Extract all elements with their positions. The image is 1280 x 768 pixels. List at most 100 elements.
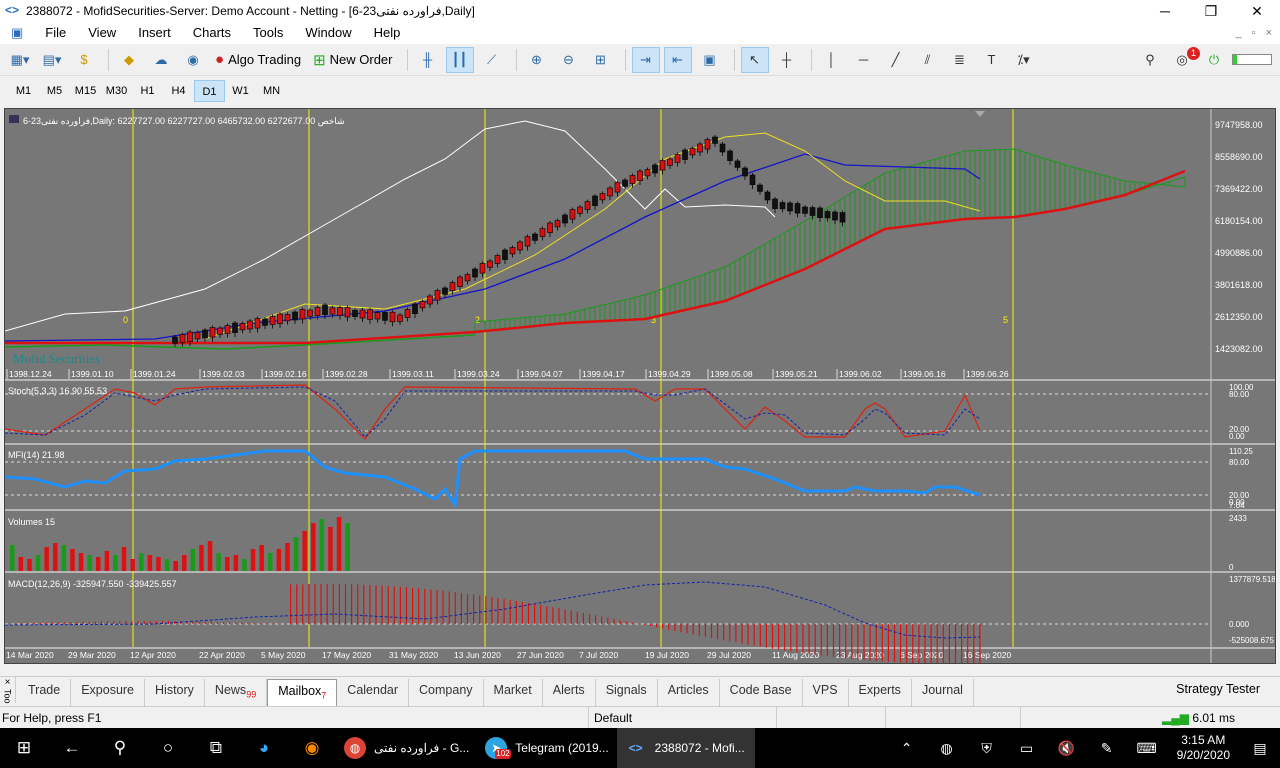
- algo-trading-button[interactable]: ● Algo Trading: [211, 47, 305, 73]
- zoom-in-icon[interactable]: ⊕: [523, 47, 551, 73]
- volume-muted-icon[interactable]: 🔇: [1047, 740, 1087, 757]
- tf-d1[interactable]: D1: [194, 79, 225, 102]
- text-icon[interactable]: T: [978, 47, 1006, 73]
- tab-mailbox[interactable]: Mailbox7: [267, 679, 338, 708]
- candle: [217, 327, 223, 335]
- metaeditor-icon[interactable]: ◆: [115, 47, 143, 73]
- tab-code-base[interactable]: Code Base: [720, 679, 803, 708]
- windows-start-icon[interactable]: ⊞: [0, 728, 48, 768]
- trendline-icon[interactable]: ╱: [882, 47, 910, 73]
- profiles-icon[interactable]: ▤▾: [38, 47, 66, 73]
- search-icon[interactable]: ⚲: [1136, 47, 1164, 73]
- date-tick: 13 Jun 2020: [454, 650, 501, 660]
- menu-insert[interactable]: Insert: [127, 22, 182, 44]
- candlestick-icon[interactable]: ┃┃: [445, 46, 474, 73]
- tab-exposure[interactable]: Exposure: [71, 679, 146, 708]
- globe-icon[interactable]: ◍: [927, 740, 967, 757]
- tab-news[interactable]: News99: [205, 679, 268, 708]
- toolbox-close[interactable]: × Too: [0, 677, 16, 704]
- cloud-icon[interactable]: ☁: [147, 47, 175, 73]
- tab-signals[interactable]: Signals: [596, 679, 658, 708]
- keyboard-icon[interactable]: ⌨: [1127, 740, 1167, 757]
- app-menu-icon[interactable]: ▣: [0, 22, 34, 44]
- vertical-line-icon[interactable]: │: [818, 47, 846, 73]
- chevron-up-icon[interactable]: ⌃: [887, 740, 927, 757]
- new-order-button[interactable]: ⊞ New Order: [309, 47, 396, 73]
- tf-m30[interactable]: M30: [101, 80, 132, 102]
- clock[interactable]: 3:15 AM 9/20/2020: [1167, 733, 1240, 763]
- new-chart-icon[interactable]: ▦▾: [6, 47, 34, 73]
- chart-shift-icon[interactable]: ⇤: [663, 46, 692, 73]
- taskbar-app-chrome[interactable]: ◍ فراورده نفتی - G...: [336, 728, 477, 768]
- notification-center-icon[interactable]: ▤: [1240, 740, 1280, 757]
- date-tick: 27 Jun 2020: [517, 650, 564, 660]
- firefox-icon[interactable]: ◉: [288, 728, 336, 768]
- line-chart-icon[interactable]: ⟋: [478, 47, 506, 73]
- crosshair-icon[interactable]: ┼: [773, 47, 801, 73]
- task-view-icon[interactable]: ⧉: [192, 728, 240, 768]
- fibonacci-icon[interactable]: ≣: [946, 47, 974, 73]
- price-chart[interactable]: 0 2 3 5فراورده نفتی23-6,Daily: 6227727.00 6…: [5, 109, 1275, 663]
- horizontal-line-icon[interactable]: ─: [850, 47, 878, 73]
- menu-file[interactable]: File: [34, 22, 77, 44]
- candle: [239, 323, 246, 331]
- tf-m5[interactable]: M5: [39, 80, 70, 102]
- tab-trade[interactable]: Trade: [18, 679, 72, 708]
- edge-icon[interactable]: ◕: [240, 728, 288, 768]
- tab-articles[interactable]: Articles: [658, 679, 720, 708]
- plus-icon: ⊞: [313, 51, 326, 69]
- minimize-button[interactable]: ─: [1142, 0, 1188, 22]
- maximize-button[interactable]: ❐: [1188, 0, 1234, 22]
- cursor-icon[interactable]: ↖: [740, 46, 769, 73]
- shapes-icon[interactable]: ⁒▾: [1010, 47, 1038, 73]
- market-watch-icon[interactable]: $: [70, 47, 98, 73]
- account-icon[interactable]: ◎ 1: [1168, 46, 1200, 73]
- candle: [374, 312, 381, 320]
- tab-vps[interactable]: VPS: [803, 679, 849, 708]
- pen-icon[interactable]: ✎: [1087, 740, 1127, 757]
- zoom-out-icon[interactable]: ⊖: [555, 47, 583, 73]
- tab-experts[interactable]: Experts: [849, 679, 912, 708]
- bar-chart-icon[interactable]: ╫: [414, 47, 442, 73]
- candle: [277, 313, 283, 324]
- tf-w1[interactable]: W1: [225, 80, 256, 102]
- strategy-tester-tab[interactable]: Strategy Tester: [1176, 682, 1260, 696]
- taskbar-app-telegram[interactable]: ➤ 102 Telegram (2019...: [477, 728, 616, 768]
- tile-windows-icon[interactable]: ⊞: [587, 47, 615, 73]
- tab-journal[interactable]: Journal: [912, 679, 974, 708]
- taskbar-app-metatrader[interactable]: <> 2388072 - Mofi...: [616, 728, 755, 768]
- tf-m1[interactable]: M1: [8, 80, 39, 102]
- price-tick: 7369422.00: [1215, 184, 1263, 194]
- candle: [464, 274, 471, 282]
- mdi-controls[interactable]: _ ▫ ×: [1236, 27, 1280, 39]
- menu-window[interactable]: Window: [294, 22, 362, 44]
- tab-calendar[interactable]: Calendar: [337, 679, 410, 708]
- tf-h4[interactable]: H4: [163, 80, 194, 102]
- cortana-icon[interactable]: ○: [144, 728, 192, 768]
- tab-alerts[interactable]: Alerts: [543, 679, 596, 708]
- tab-history[interactable]: History: [145, 679, 205, 708]
- equidistant-channel-icon[interactable]: ⫽: [914, 47, 942, 73]
- tab-company[interactable]: Company: [409, 679, 484, 708]
- indicators-icon[interactable]: ▣: [696, 47, 724, 73]
- tf-h1[interactable]: H1: [132, 80, 163, 102]
- help-text: For Help, press F1: [2, 711, 102, 725]
- autoscroll-icon[interactable]: ⇥: [631, 46, 660, 73]
- network-icon[interactable]: ▭: [1007, 740, 1047, 757]
- tab-market[interactable]: Market: [484, 679, 543, 708]
- back-arrow-icon[interactable]: ←: [48, 728, 96, 768]
- menu-charts[interactable]: Charts: [182, 22, 242, 44]
- close-button[interactable]: ✕: [1234, 0, 1280, 22]
- menu-help[interactable]: Help: [363, 22, 412, 44]
- price-tick: 4990886.00: [1215, 248, 1263, 258]
- signal-strength-icon[interactable]: ⏻: [1200, 47, 1228, 73]
- menu-tools[interactable]: Tools: [242, 22, 294, 44]
- tf-m15[interactable]: M15: [70, 80, 101, 102]
- shield-icon[interactable]: ⛨: [967, 740, 1007, 757]
- menu-view[interactable]: View: [77, 22, 127, 44]
- candle: [434, 290, 441, 301]
- tf-mn[interactable]: MN: [256, 80, 287, 102]
- signal-icon[interactable]: ◉: [179, 47, 207, 73]
- chart-window[interactable]: 0 2 3 5 فراورده نفتی23-6,Daily: 6227727.00 6…: [4, 108, 1276, 664]
- search-icon[interactable]: ⚲: [96, 728, 144, 768]
